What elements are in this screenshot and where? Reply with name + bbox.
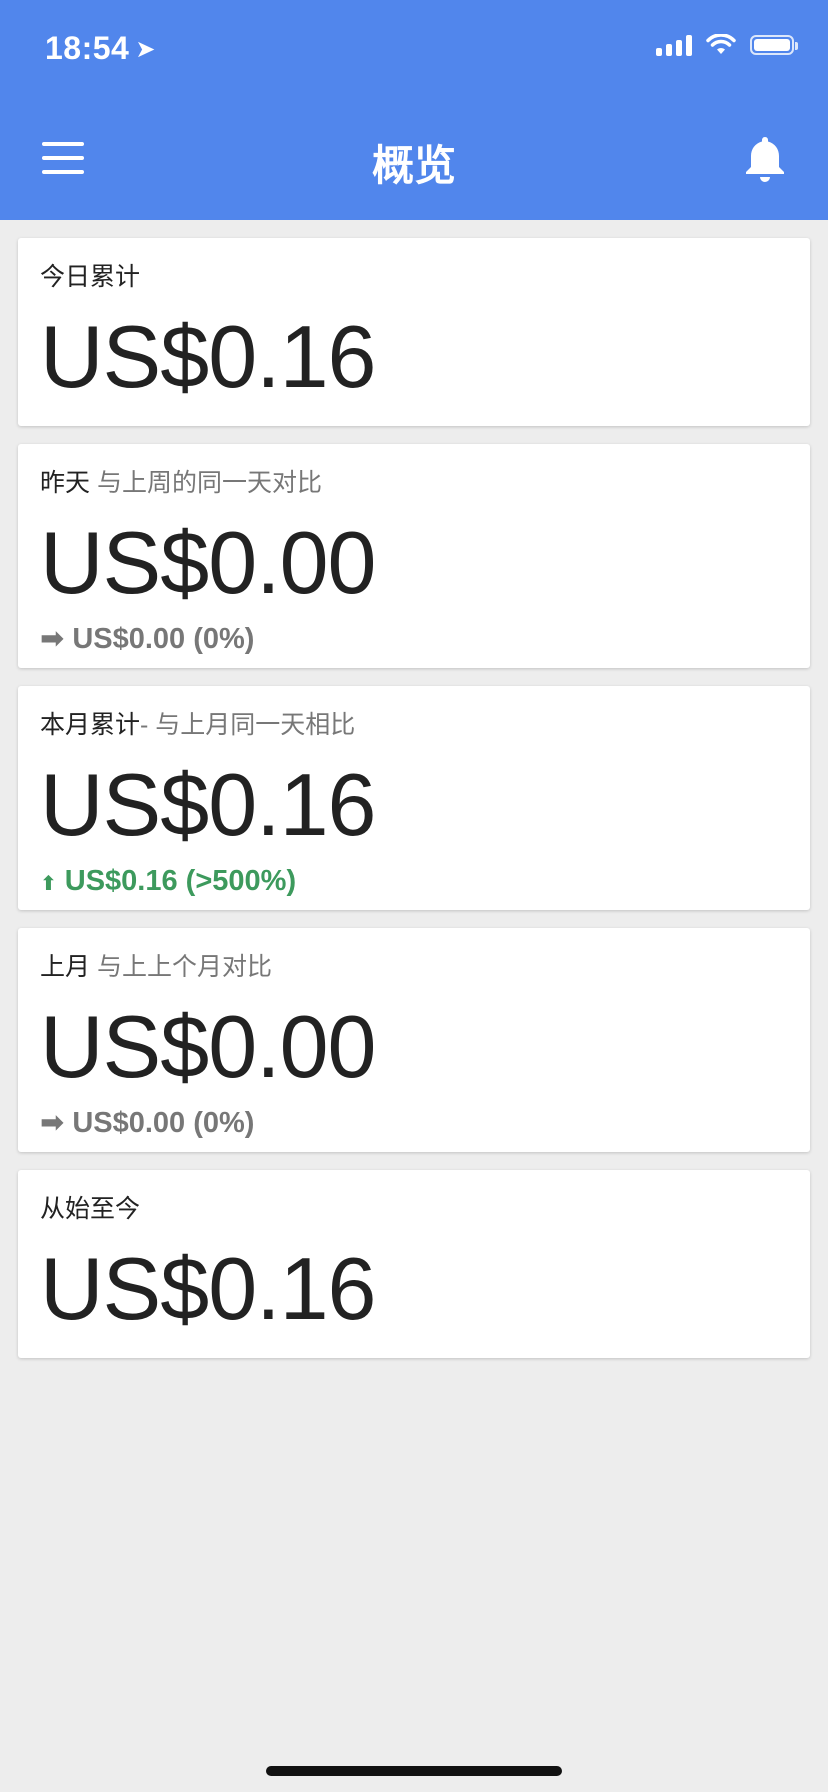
time-text: 18:54	[45, 30, 130, 66]
card-title: 本月累计	[40, 711, 141, 739]
app-header: 18:54 ➤ 概览	[0, 0, 828, 220]
card-all-time[interactable]: 从始至今 US$0.16	[18, 1170, 810, 1358]
card-label: 本月累计- 与上月同一天相比	[40, 710, 788, 740]
card-title: 从始至今	[40, 1195, 141, 1223]
amount-value: US$0.00	[40, 997, 376, 1096]
change-value: US$0.16 (>500%)	[64, 865, 297, 897]
page-title: 概览	[371, 142, 456, 189]
status-bar-time: 18:54 ➤	[45, 30, 156, 67]
card-last-month[interactable]: 上月 与上上个月对比 US$0.00 ➡ US$0.00 (0%)	[18, 928, 810, 1152]
change-indicator: ➡ US$0.00 (0%)	[40, 622, 788, 656]
card-label: 从始至今	[40, 1194, 788, 1224]
card-month-to-date[interactable]: 本月累计- 与上月同一天相比 US$0.16 ⬆ US$0.16 (>500%)	[18, 686, 810, 910]
bell-icon	[746, 137, 784, 182]
home-indicator[interactable]	[266, 1766, 562, 1776]
notifications-button[interactable]	[742, 134, 788, 184]
location-arrow-icon: ➤	[135, 36, 156, 63]
amount-value: US$0.16	[40, 755, 376, 854]
card-title: 昨天	[40, 469, 91, 497]
cellular-signal-icon	[656, 34, 692, 56]
right-arrow-icon: ➡	[40, 1107, 65, 1139]
battery-icon	[750, 35, 798, 55]
change-indicator: ⬆ US$0.16 (>500%)	[40, 864, 788, 901]
status-bar-right	[656, 34, 798, 56]
card-yesterday[interactable]: 昨天 与上周的同一天对比 US$0.00 ➡ US$0.00 (0%)	[18, 444, 810, 668]
card-subtitle: 与上周的同一天对比	[90, 469, 322, 497]
card-label: 今日累计	[40, 262, 788, 292]
card-subtitle: - 与上月同一天相比	[140, 711, 356, 739]
overview-cards: 今日累计 US$0.16 昨天 与上周的同一天对比 US$0.00 ➡ US$0.…	[18, 238, 810, 1376]
change-value: US$0.00 (0%)	[72, 1107, 255, 1139]
change-indicator: ➡ US$0.00 (0%)	[40, 1106, 788, 1140]
amount-value: US$0.16	[40, 1239, 376, 1338]
wifi-icon	[706, 34, 736, 54]
card-today-total[interactable]: 今日累计 US$0.16	[18, 238, 810, 426]
amount-value: US$0.00	[40, 513, 376, 612]
card-label: 昨天 与上周的同一天对比	[40, 468, 788, 498]
card-title: 上月	[40, 953, 91, 981]
up-arrow-icon: ⬆	[40, 873, 57, 895]
change-value: US$0.00 (0%)	[72, 623, 255, 655]
amount-value: US$0.16	[40, 307, 376, 406]
card-label: 上月 与上上个月对比	[40, 952, 788, 982]
right-arrow-icon: ➡	[40, 623, 65, 655]
card-title: 今日累计	[40, 263, 141, 291]
card-subtitle: 与上上个月对比	[90, 953, 272, 981]
